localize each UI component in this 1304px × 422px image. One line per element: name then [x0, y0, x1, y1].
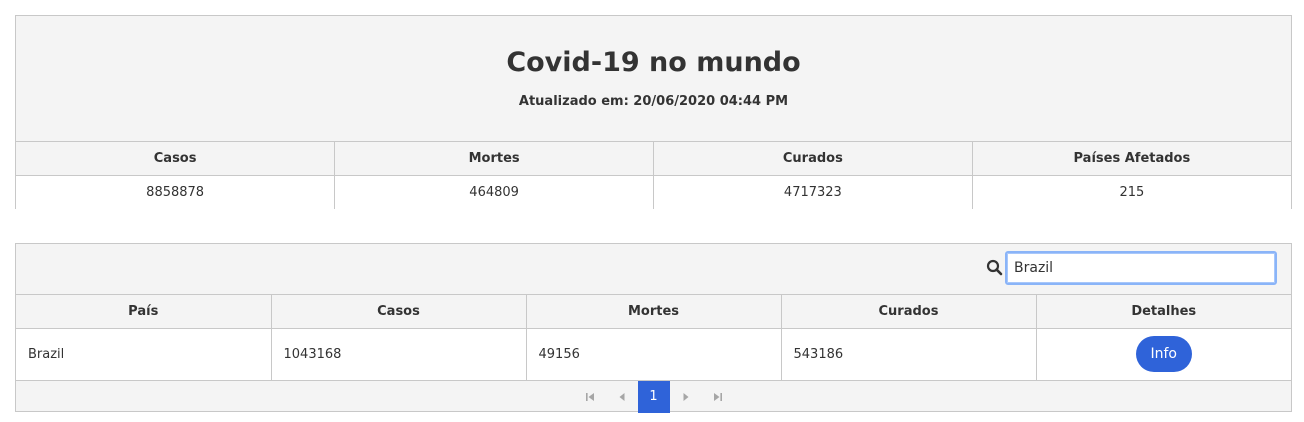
- col-header-details: Detalhes: [1035, 294, 1291, 329]
- world-summary-panel: Covid-19 no mundo Atualizado em: 20/06/2…: [15, 15, 1292, 209]
- countries-table: País Casos Mortes Curados Detalhes Brazi…: [16, 294, 1291, 380]
- table-toolbar: [16, 244, 1291, 294]
- cell-details: Info: [1035, 328, 1291, 380]
- paginator: 1: [16, 379, 1291, 413]
- table-row: Brazil 1043168 49156 543186 Info: [16, 328, 1291, 380]
- updated-timestamp: Atualizado em: 20/06/2020 04:44 PM: [518, 94, 789, 109]
- cell-country: Brazil: [16, 328, 271, 380]
- total-deaths-value: 464809: [334, 175, 654, 209]
- total-recovered-value: 4717323: [653, 175, 973, 209]
- cell-recovered: 543186: [780, 328, 1036, 380]
- first-page-icon[interactable]: [574, 381, 606, 413]
- page-title: Covid-19 no mundo: [506, 47, 801, 78]
- countries-header-row: País Casos Mortes Curados Detalhes: [16, 294, 1291, 329]
- search-icon: [985, 258, 1005, 278]
- col-header-deaths: Mortes: [334, 141, 654, 176]
- last-page-icon[interactable]: [702, 381, 734, 413]
- summary-table: Casos Mortes Curados Países Afetados 885…: [16, 141, 1291, 209]
- affected-countries-value: 215: [971, 175, 1291, 209]
- col-header-country[interactable]: País: [16, 294, 271, 329]
- info-button[interactable]: Info: [1135, 336, 1192, 373]
- cell-cases: 1043168: [270, 328, 526, 380]
- col-header-affected-countries: Países Afetados: [971, 141, 1291, 176]
- cell-deaths: 49156: [525, 328, 781, 380]
- summary-values-row: 8858878 464809 4717323 215: [16, 175, 1291, 209]
- total-cases-value: 8858878: [16, 175, 335, 209]
- next-page-icon[interactable]: [670, 381, 702, 413]
- summary-header-row: Casos Mortes Curados Países Afetados: [16, 141, 1291, 176]
- col-header-cases: Casos: [16, 141, 335, 176]
- col-header-recovered: Curados: [653, 141, 973, 176]
- search-box: [985, 251, 1277, 285]
- search-input[interactable]: [1005, 251, 1277, 285]
- col-header-recovered[interactable]: Curados: [780, 294, 1036, 329]
- col-header-deaths[interactable]: Mortes: [525, 294, 781, 329]
- countries-panel: País Casos Mortes Curados Detalhes Brazi…: [15, 243, 1292, 413]
- prev-page-icon[interactable]: [606, 381, 638, 413]
- col-header-cases[interactable]: Casos: [270, 294, 526, 329]
- page-number-current[interactable]: 1: [637, 380, 670, 413]
- summary-header: Covid-19 no mundo Atualizado em: 20/06/2…: [16, 16, 1291, 141]
